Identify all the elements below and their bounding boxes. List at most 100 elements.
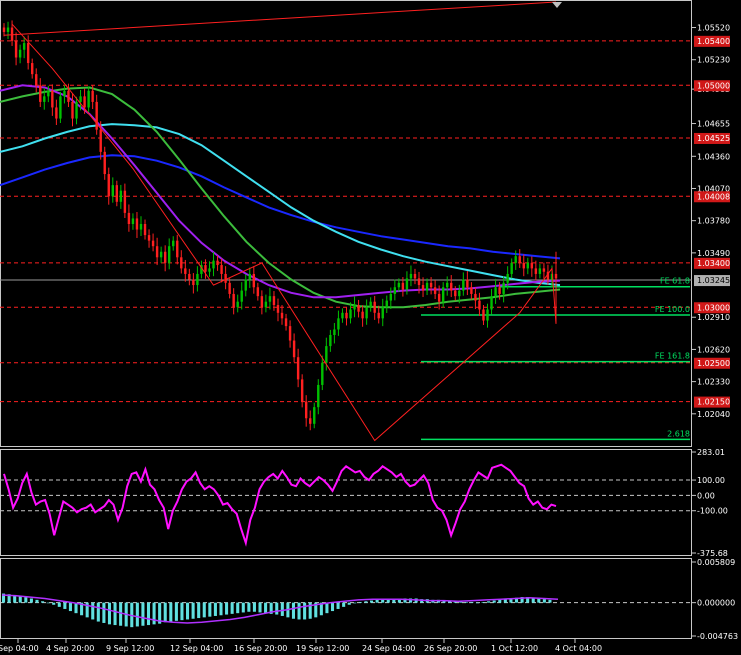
macd-histogram-bar [52, 602, 56, 605]
candle-body [321, 362, 324, 385]
candle-body [478, 300, 481, 310]
macd-histogram-bar [213, 602, 217, 616]
macd-histogram-bar [498, 599, 502, 603]
macd-histogram-bar [152, 602, 156, 625]
candle-body [119, 190, 123, 202]
level-price-label: 1.02500 [697, 359, 730, 368]
candle-body [99, 129, 102, 152]
cci-tick-label: 283.01 [697, 448, 725, 457]
candle-body [385, 300, 388, 308]
macd-histogram-bar [41, 601, 45, 603]
macd-histogram-bar [236, 602, 240, 614]
candle-body [397, 282, 401, 288]
macd-histogram-bar [163, 602, 167, 623]
candle-body [176, 240, 179, 258]
time-tick-label: 26 Sep 20:00 [424, 644, 477, 653]
macd-histogram-bar [358, 601, 362, 603]
candle-body [123, 190, 127, 213]
candle-body [522, 262, 525, 269]
candle-body [135, 218, 139, 230]
candle-body [67, 90, 70, 102]
macd-histogram-bar [264, 602, 268, 614]
candle-body [159, 251, 163, 258]
candle-body [55, 107, 58, 119]
main-price-axis: 1.055201.052301.049651.046551.043601.040… [692, 24, 730, 419]
candle-body [518, 256, 521, 263]
candle-body [264, 301, 268, 308]
candle-body [530, 262, 534, 269]
candle-body [240, 290, 243, 302]
candle-body [429, 282, 433, 288]
time-tick-label: 4 Sep 20:00 [46, 644, 94, 653]
macd-histogram-bar [336, 602, 340, 609]
candle-body [482, 309, 485, 321]
chart-background [0, 0, 741, 655]
cci-tick-label: -375.68 [697, 549, 728, 558]
price-tick-label: 1.02910 [697, 313, 730, 322]
candle-body [91, 90, 94, 102]
price-tick-label: 1.02040 [697, 410, 730, 419]
candle-body [220, 265, 223, 274]
macd-histogram-bar [475, 602, 480, 604]
candle-body [252, 273, 256, 288]
time-tick-label: 1 Oct 12:00 [491, 644, 538, 653]
candle-body [22, 43, 26, 50]
macd-histogram-bar [74, 602, 78, 614]
candle-body [369, 301, 372, 308]
candle-body [51, 90, 54, 108]
candle-body [260, 296, 264, 308]
price-tick-label: 1.02620 [697, 345, 730, 354]
level-price-label: 1.03000 [697, 303, 730, 312]
candle-body [357, 305, 360, 312]
macd-histogram-bar [258, 602, 262, 613]
candle-body [196, 273, 199, 286]
candle-body [256, 287, 260, 297]
candle-body [526, 262, 530, 269]
macd-histogram-bar [492, 600, 496, 603]
macd-histogram-bar [375, 599, 379, 603]
fib-level-label: 2.618 [667, 429, 690, 438]
candle-body [498, 287, 501, 294]
level-price-label: 1.02150 [697, 398, 730, 407]
candle-body [268, 296, 272, 302]
macd-histogram-bar [107, 602, 112, 625]
macd-histogram-bar [96, 602, 100, 622]
time-tick-label: 9 Sep 12:00 [106, 644, 154, 653]
fib-level-label: FE 161.8 [655, 352, 690, 361]
candle-body [313, 407, 316, 424]
macd-histogram-bar [370, 600, 374, 603]
trading-chart[interactable]: FE 61.8 FE 100.0 FE 161.8 2.618 1.05520 1.05… [0, 0, 741, 655]
fib-level-label: FE 61.8 [660, 277, 690, 286]
candle-body [300, 379, 304, 402]
candle-body [329, 335, 332, 347]
candle-body [244, 279, 247, 291]
price-tick-label: 1.03490 [697, 249, 730, 258]
macd-histogram-bar [91, 602, 95, 620]
candle-body [30, 63, 34, 75]
candle-body [454, 290, 457, 297]
candle-body [361, 311, 364, 319]
macd-histogram-bar [303, 602, 307, 620]
candle-body [39, 85, 42, 102]
candle-body [155, 246, 159, 258]
candle-body [212, 260, 215, 269]
candle-body [14, 40, 18, 58]
candle-body [131, 218, 135, 224]
candle-body [405, 278, 409, 290]
candle-body [502, 282, 505, 294]
candle-body [462, 279, 465, 291]
price-tick-label: 1.03780 [697, 217, 730, 226]
candle-body [192, 279, 195, 286]
candle-body [83, 96, 86, 108]
candle-body [236, 301, 239, 308]
time-tick-label: Sep 04:00 [0, 644, 39, 653]
macd-histogram-bar [174, 602, 178, 621]
candle-body [288, 326, 292, 341]
candle-body [79, 96, 82, 102]
candle-body [304, 401, 308, 419]
time-tick-label: 12 Sep 04:00 [170, 644, 223, 653]
macd-histogram-bar [219, 602, 223, 616]
macd-histogram-bar [481, 601, 485, 603]
level-price-label: 1.05400 [697, 37, 730, 46]
candle-body [292, 340, 296, 358]
